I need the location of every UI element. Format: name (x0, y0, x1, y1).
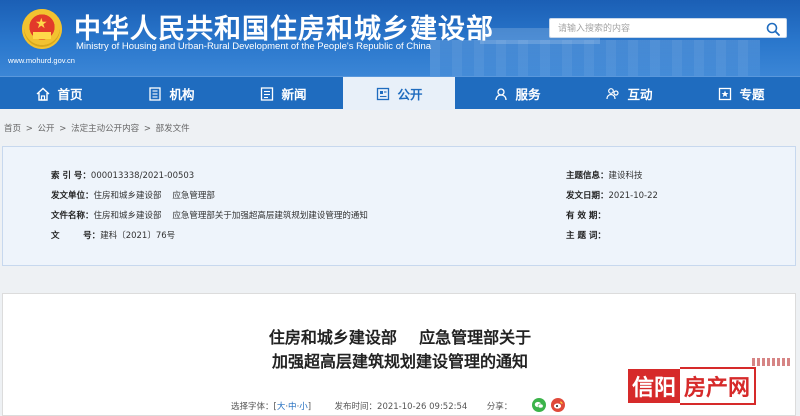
article-meta: 选择字体：[大·中·小] 发布时间：2021-10-26 09:52:54 分享… (231, 400, 512, 412)
breadcrumb-sep: > (143, 124, 151, 134)
search-input[interactable] (558, 21, 758, 36)
news-icon (261, 86, 274, 101)
nav-item-disclosure[interactable]: 公开 (343, 77, 455, 110)
breadcrumb-disclosure[interactable]: 公开 (38, 124, 55, 134)
info-validity: 有 效 期： (566, 209, 606, 221)
info-date-label: 发文日期： (566, 191, 609, 201)
info-topic-value: 建设科技 (608, 171, 643, 181)
building-icon (149, 86, 162, 101)
site-url: www.mohurd.gov.cn (8, 56, 75, 65)
share-label: 分享： (486, 402, 513, 412)
nav-label: 首页 (57, 87, 83, 102)
info-topic-label: 主题信息： (566, 171, 609, 181)
font-size-label: 选择字体：[ (231, 402, 277, 412)
info-docno: 文 号：建科〔2021〕76号 (51, 229, 175, 241)
document-info-card: 索 引 号：000013338/2021-00503 发文单位：住房和城乡建设部… (2, 146, 796, 266)
font-medium-button[interactable]: 中 (288, 402, 297, 412)
home-icon (37, 87, 50, 101)
watermark-decoration (752, 358, 792, 366)
article-title-line1: 住房和城乡建设部 应急管理部关于 (268, 328, 532, 347)
info-docno-value: 建科〔2021〕76号 (100, 231, 176, 241)
nav-label: 专题 (739, 87, 765, 102)
watermark-part2: 房产网 (680, 367, 757, 405)
nav-label: 服务 (515, 87, 541, 102)
info-filename-value: 住房和城乡建设部 应急管理部关于加强超高层建筑规划建设管理的通知 (93, 211, 368, 221)
info-issuer-value: 住房和城乡建设部 应急管理部 (93, 191, 215, 201)
nav-item-news[interactable]: 新闻 (248, 77, 318, 110)
search-icon[interactable] (765, 21, 781, 37)
info-keywords-label: 主 题 词： (566, 231, 606, 241)
topic-icon (719, 87, 732, 100)
info-index: 索 引 号：000013338/2021-00503 (51, 169, 194, 181)
info-date: 发文日期：2021-10-22 (566, 189, 658, 201)
info-index-label: 索 引 号： (51, 171, 91, 181)
info-date-value: 2021-10-22 (608, 191, 658, 201)
breadcrumb-sep: > (25, 124, 33, 134)
watermark-part1: 信阳 (628, 369, 681, 403)
info-issuer: 发文单位：住房和城乡建设部 应急管理部 (51, 189, 215, 201)
nav-label: 公开 (397, 87, 423, 102)
font-small-button[interactable]: 小 (299, 402, 308, 412)
main-nav: 首页 机构 新闻 公开 服务 互动 专题 (0, 76, 800, 110)
watermark-logo: 信阳 房产网 (628, 367, 757, 405)
info-index-value: 000013338/2021-00503 (90, 171, 195, 181)
info-issuer-label: 发文单位： (51, 191, 94, 201)
nav-label: 互动 (627, 87, 653, 102)
breadcrumb-sep: > (59, 124, 67, 134)
nav-item-home[interactable]: 首页 (24, 77, 94, 110)
search-box (549, 18, 787, 38)
nav-item-topic[interactable]: 专题 (706, 77, 776, 110)
info-docno-label: 文 号： (51, 231, 101, 241)
interact-icon (606, 87, 620, 99)
published-value: 2021-10-26 09:52:54 (377, 402, 468, 412)
info-validity-label: 有 效 期： (566, 211, 606, 221)
nav-label: 机构 (169, 87, 195, 102)
info-filename: 文件名称：住房和城乡建设部 应急管理部关于加强超高层建筑规划建设管理的通知 (51, 209, 368, 221)
font-close-bracket: ] (307, 402, 312, 412)
header-banner: ★ 中华人民共和国住房和城乡建设部 Ministry of Housing an… (0, 0, 800, 76)
breadcrumb-legal-content[interactable]: 法定主动公开内容 (71, 124, 139, 134)
info-keywords: 主 题 词： (566, 229, 606, 241)
disclosure-icon (377, 87, 390, 100)
breadcrumb-ministry-docs[interactable]: 部发文件 (156, 124, 190, 134)
nav-item-org[interactable]: 机构 (136, 77, 206, 110)
nav-item-service[interactable]: 服务 (482, 77, 552, 110)
wechat-share-icon[interactable] (532, 398, 546, 412)
nav-label: 新闻 (281, 87, 307, 102)
info-filename-label: 文件名称： (51, 211, 94, 221)
breadcrumb-home[interactable]: 首页 (4, 124, 21, 134)
weibo-share-icon[interactable] (551, 398, 565, 412)
national-emblem-icon: ★ (22, 9, 62, 49)
published-label: 发布时间： (334, 402, 378, 412)
breadcrumb: 首页 > 公开 > 法定主动公开内容 > 部发文件 (4, 122, 192, 134)
info-topic: 主题信息：建设科技 (566, 169, 643, 181)
nav-item-interact[interactable]: 互动 (594, 77, 664, 110)
service-icon (495, 87, 508, 100)
site-subtitle: Ministry of Housing and Urban-Rural Deve… (76, 41, 432, 52)
